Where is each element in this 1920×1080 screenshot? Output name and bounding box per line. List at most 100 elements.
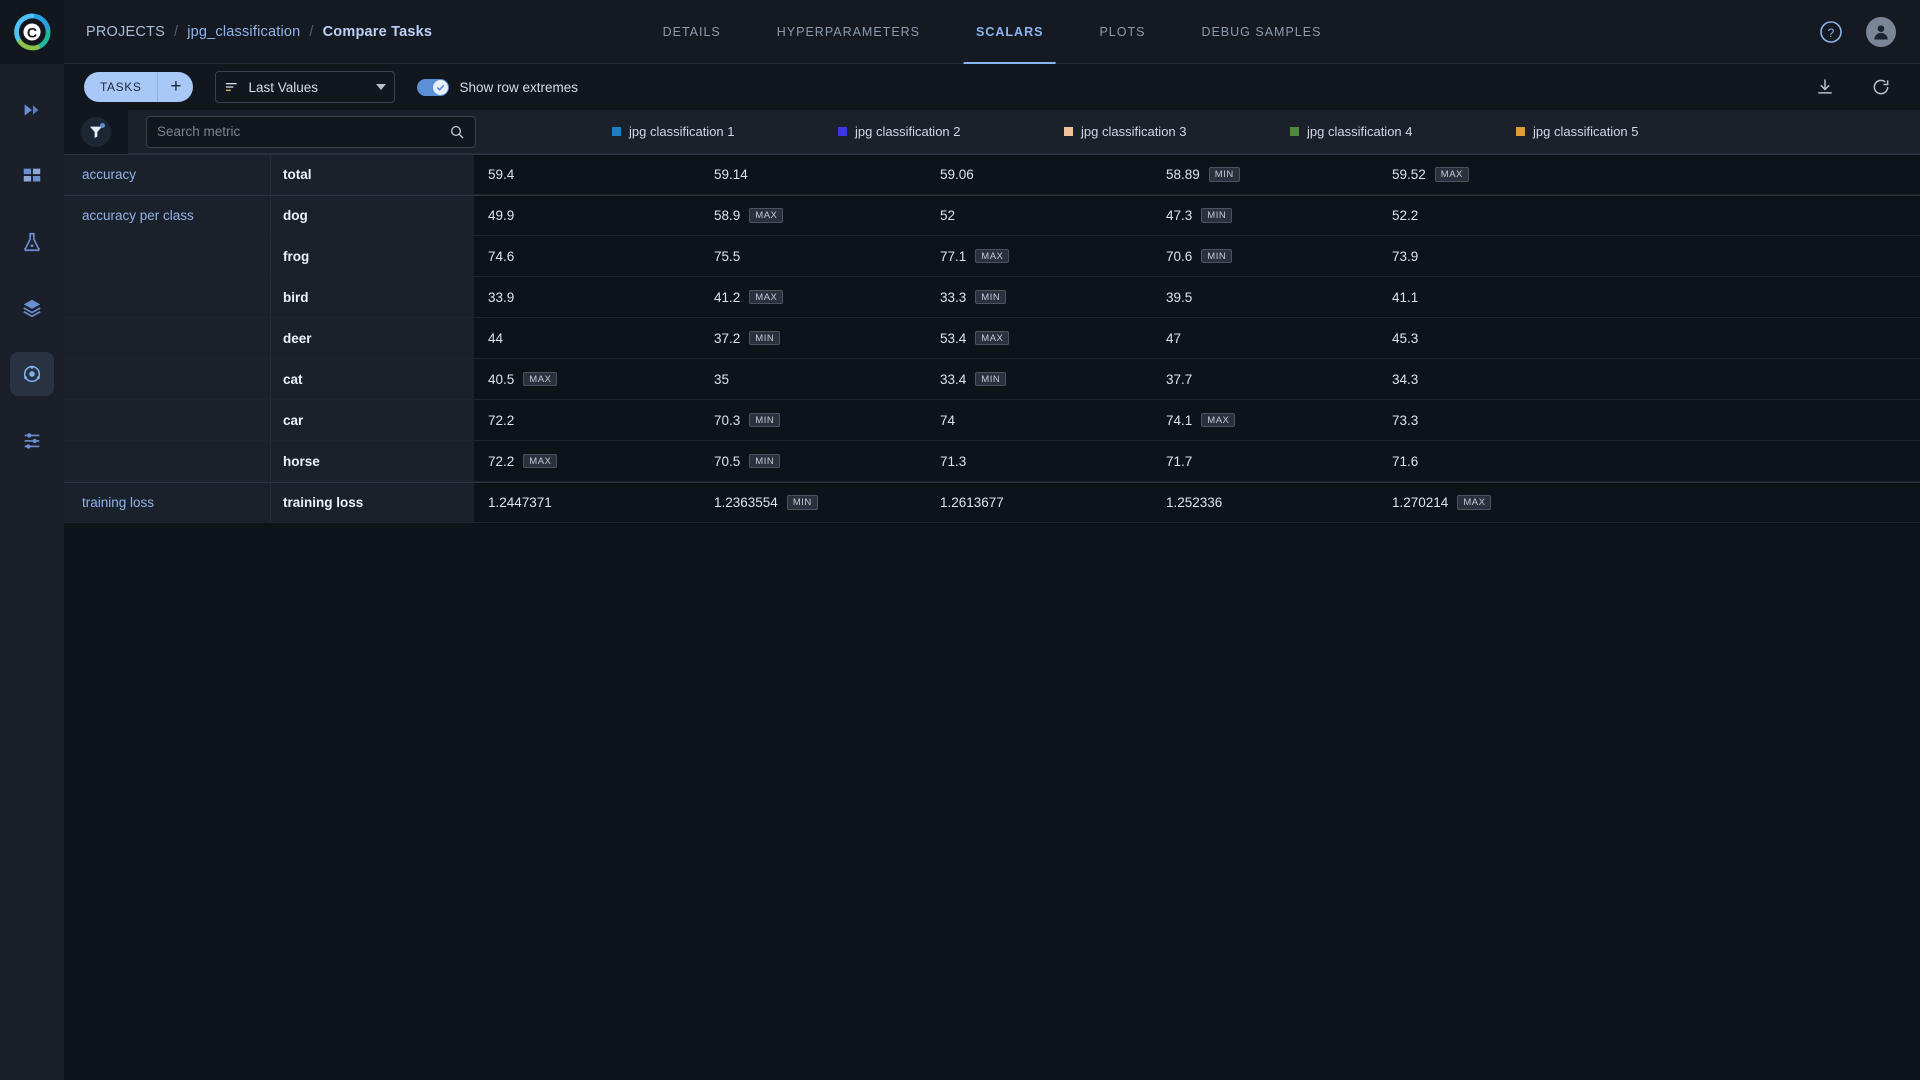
table-row: training loss training loss 1.2447371 1.236… (64, 482, 1920, 523)
add-task-button[interactable]: + (157, 72, 194, 102)
table-row: accuracy total 59.4 59.14 59.06 58.89 MIN 59.52… (64, 154, 1920, 195)
download-icon[interactable] (1810, 72, 1840, 102)
tab-plots[interactable]: PLOTS (1071, 0, 1173, 64)
tab-details[interactable]: DETAILS (635, 0, 749, 64)
metric-name-cell (64, 441, 270, 481)
value-cell: 37.2 MIN (700, 318, 926, 358)
task-color-swatch-4 (1290, 127, 1299, 136)
value-text: 72.2 (488, 453, 515, 469)
sidebar-item-pipelines[interactable] (10, 88, 54, 132)
table-header-row: jpg classification 1 jpg classification … (64, 109, 1920, 154)
tab-debug-samples[interactable]: DEBUG SAMPLES (1173, 0, 1349, 64)
value-text: 33.4 (940, 371, 967, 387)
table-row: frog 74.6 75.5 77.1 MAX 70.6 MIN 73.9 (64, 236, 1920, 277)
filter-active-dot (100, 122, 105, 128)
search-metric-box[interactable] (146, 115, 476, 148)
value-cell: 71.7 (1152, 441, 1378, 481)
metric-name-cell[interactable]: accuracy (64, 155, 270, 194)
value-cell: 52.2 (1378, 196, 1604, 235)
variant-name-label: training loss (283, 495, 364, 510)
breadcrumb-projects[interactable]: PROJECTS (86, 24, 165, 40)
variant-name-label: dog (283, 208, 308, 223)
value-cell: 45.3 (1378, 318, 1604, 358)
show-row-extremes-toggle[interactable]: Show row extremes (417, 78, 578, 96)
column-header-task-3[interactable]: jpg classification 3 (1050, 110, 1276, 154)
extreme-badge: MAX (749, 208, 784, 223)
variant-name-label: bird (283, 289, 309, 305)
metric-name-label: accuracy per class (82, 208, 194, 223)
value-cell: 58.89 MIN (1152, 155, 1378, 194)
value-text: 70.3 (714, 412, 741, 428)
extreme-badge: MAX (975, 248, 1010, 264)
header-actions: ? (1816, 16, 1896, 47)
value-cell: 74.6 (474, 236, 700, 276)
task-color-swatch-3 (1064, 127, 1073, 136)
metric-name-label: accuracy (82, 167, 137, 182)
column-header-label-3: jpg classification 3 (1081, 124, 1187, 139)
value-text: 52 (940, 208, 956, 223)
extreme-badge: MIN (975, 289, 1007, 305)
value-text: 58.9 (714, 208, 741, 223)
extreme-badge: MIN (749, 412, 781, 428)
scalars-table: accuracy total 59.4 59.14 59.06 58.89 MIN 59.52… (64, 154, 1920, 1080)
breadcrumb-separator-1: / (173, 23, 179, 40)
tasks-button[interactable]: TASKS (84, 72, 158, 102)
breadcrumb-current[interactable]: Compare Tasks (323, 24, 433, 40)
value-cell: 59.06 (926, 155, 1152, 194)
tab-scalars[interactable]: SCALARS (948, 0, 1071, 64)
value-text: 37.7 (1166, 371, 1193, 387)
filter-funnel-icon[interactable] (81, 116, 111, 147)
metric-name-cell[interactable]: accuracy per class (64, 196, 270, 235)
metric-name-cell[interactable]: training loss (64, 483, 270, 522)
value-cell: 70.6 MIN (1152, 236, 1378, 276)
value-text: 77.1 (940, 248, 967, 264)
sidebar-item-settings[interactable] (10, 418, 54, 462)
clearml-logo-icon[interactable]: C (0, 0, 64, 64)
value-cell: 52 (926, 196, 1152, 235)
value-text: 71.7 (1166, 453, 1193, 469)
extreme-badge: MAX (749, 289, 784, 305)
value-text: 74.6 (488, 248, 515, 264)
sidebar-item-experiments[interactable] (10, 220, 54, 264)
value-cell: 1.270214 MAX (1378, 483, 1604, 522)
variant-name-cell: horse (270, 441, 474, 481)
value-text: 1.252336 (1166, 495, 1223, 510)
value-text: 58.89 (1166, 167, 1200, 182)
variant-name-label: car (283, 412, 304, 428)
app-root: C PROJECTS / jpg_classification / Compar… (0, 0, 1920, 1080)
tab-hyperparameters[interactable]: HYPERPARAMETERS (749, 0, 948, 64)
sidebar-item-projects[interactable] (10, 352, 54, 396)
metric-name-cell (64, 359, 270, 399)
value-text: 71.6 (1392, 453, 1419, 469)
column-header-task-2[interactable]: jpg classification 2 (824, 110, 1050, 154)
help-circle-icon[interactable]: ? (1816, 17, 1846, 47)
extreme-badge: MIN (975, 371, 1007, 387)
rocket-icon (24, 104, 39, 116)
value-text: 37.2 (714, 330, 741, 346)
values-mode-select[interactable]: Last Values (215, 71, 396, 103)
main-area: PROJECTS / jpg_classification / Compare … (64, 0, 1920, 1080)
sidebar-item-models[interactable] (10, 286, 54, 330)
value-text: 71.3 (940, 453, 967, 469)
value-text: 1.270214 (1392, 495, 1449, 510)
svg-text:?: ? (1828, 26, 1835, 40)
variant-name-cell: dog (270, 196, 474, 235)
user-avatar-icon[interactable] (1866, 16, 1896, 47)
column-header-task-5[interactable]: jpg classification 5 (1502, 110, 1728, 154)
extreme-badge: MIN (749, 453, 781, 469)
value-text: 1.2613677 (940, 495, 1004, 510)
refresh-icon[interactable] (1866, 72, 1896, 102)
variant-name-cell: car (270, 400, 474, 440)
layers-icon (23, 299, 41, 318)
value-text: 74 (940, 412, 956, 428)
value-text: 47 (1166, 330, 1182, 346)
value-cell: 37.7 (1152, 359, 1378, 399)
atom-icon (23, 365, 41, 383)
sidebar-item-datasets[interactable] (10, 154, 54, 198)
column-header-task-1[interactable]: jpg classification 1 (598, 110, 824, 154)
column-header-task-4[interactable]: jpg classification 4 (1276, 110, 1502, 154)
value-cell: 72.2 MAX (474, 441, 700, 481)
breadcrumb-project[interactable]: jpg_classification (187, 24, 300, 40)
table-row: car 72.2 70.3 MIN 74 74.1 MAX 73.3 (64, 400, 1920, 441)
search-input[interactable] (157, 124, 449, 139)
